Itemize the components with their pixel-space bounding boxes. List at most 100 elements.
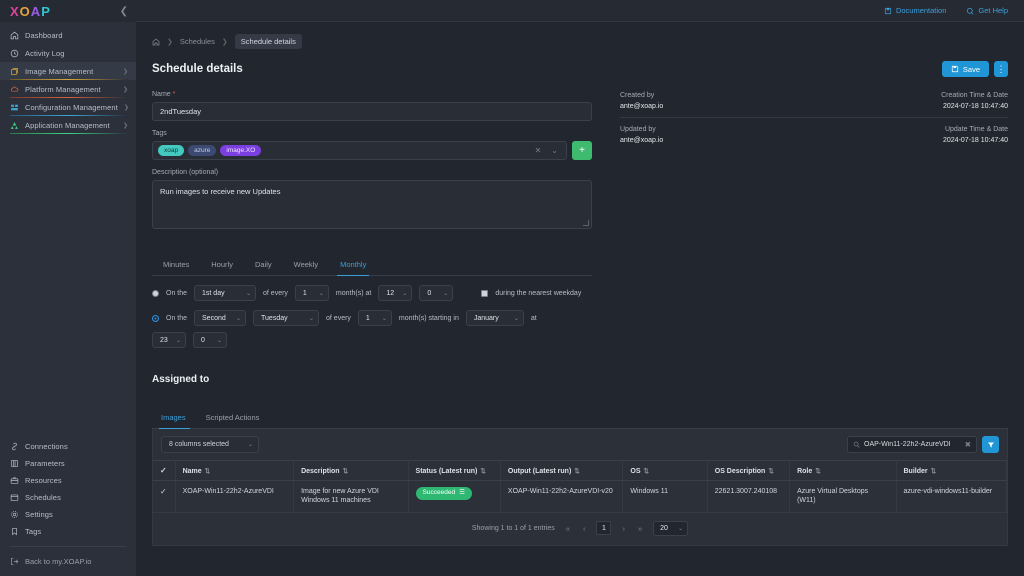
radio-on-the-ordinal[interactable] xyxy=(152,314,159,322)
tab-images[interactable]: Images xyxy=(152,409,197,429)
column-header-output[interactable]: Output (Latest run) ⇅ xyxy=(500,460,624,481)
radio-on-the-day[interactable] xyxy=(152,289,159,297)
nearest-weekday-checkbox[interactable] xyxy=(481,289,489,297)
first-page-button[interactable]: « xyxy=(564,524,572,533)
box-icon xyxy=(10,476,19,485)
table-row[interactable]: ✓ XOAP-Win11-22h2-AzureVDI Image for new… xyxy=(153,480,1007,513)
name-field-group: Name * 2ndTuesday xyxy=(152,91,592,121)
back-to-myxoap-link[interactable]: Back to my.XOAP.io xyxy=(0,553,136,570)
sidebar-item-label: Image Management xyxy=(25,66,94,76)
column-header-os-description[interactable]: OS Description ⇅ xyxy=(707,460,791,481)
sidebar-item-parameters[interactable]: Parameters xyxy=(0,455,136,472)
column-header-name[interactable]: Name ⇅ xyxy=(175,460,295,481)
creation-time-label: Creation Time & Date xyxy=(941,92,1008,99)
pagination: Showing 1 to 1 of 1 entries « ‹ 1 › » 20… xyxy=(153,513,1007,545)
sidebar-item-settings[interactable]: Settings xyxy=(0,506,136,523)
sidebar-item-schedules[interactable]: Schedules xyxy=(0,489,136,506)
chevron-down-icon[interactable]: ⌄ xyxy=(548,146,561,155)
log-icon[interactable]: ☰ xyxy=(459,489,465,498)
page-title: Schedule details xyxy=(152,63,243,75)
hour-select-2[interactable]: 23 ⌄ xyxy=(152,332,186,348)
cell-role: Azure Virtual Desktops (W11) xyxy=(789,480,897,513)
sidebar-item-activity-log[interactable]: Activity Log xyxy=(0,44,136,62)
sidebar-item-label: Schedules xyxy=(25,493,61,502)
monthly-time-row: 23 ⌄ 0 ⌄ xyxy=(152,332,592,348)
weekday-select[interactable]: Tuesday ⌄ xyxy=(253,310,320,326)
get-help-link[interactable]: Get Help xyxy=(966,6,1008,15)
start-month-select[interactable]: January ⌄ xyxy=(465,310,524,326)
description-textarea[interactable]: Run images to receive new Updates xyxy=(152,180,592,229)
sidebar-item-tags[interactable]: Tags xyxy=(0,523,136,540)
name-input[interactable]: 2ndTuesday xyxy=(152,102,592,121)
back-label: Back to my.XOAP.io xyxy=(25,557,92,566)
filter-button[interactable] xyxy=(982,436,999,453)
sidebar-item-configuration-management[interactable]: Configuration Management ❯ xyxy=(0,98,136,116)
last-page-button[interactable]: » xyxy=(636,524,644,533)
sidebar-item-resources[interactable]: Resources xyxy=(0,472,136,489)
list-icon xyxy=(10,459,19,468)
tag-chip[interactable]: xoap xyxy=(158,145,185,156)
month-count-select-2[interactable]: 1 ⌄ xyxy=(357,310,392,326)
sidebar-item-label: Dashboard xyxy=(25,30,63,40)
save-label: Save xyxy=(962,64,980,74)
tag-chip[interactable]: image.XO xyxy=(220,145,262,156)
tab-monthly[interactable]: Monthly xyxy=(329,256,377,276)
breadcrumb-home-icon[interactable] xyxy=(152,38,160,46)
tab-scripted-actions[interactable]: Scripted Actions xyxy=(197,409,271,428)
column-header-os[interactable]: OS ⇅ xyxy=(622,460,708,481)
more-options-button[interactable]: ⋮ xyxy=(994,61,1008,77)
cell-description: Image for new Azure VDI Windows 11 machi… xyxy=(293,480,409,513)
ordinal-select[interactable]: Second ⌄ xyxy=(194,310,247,326)
next-page-button[interactable]: › xyxy=(620,524,627,533)
add-tag-button[interactable]: + xyxy=(572,141,592,160)
page-size-select[interactable]: 20 ⌄ xyxy=(653,520,689,536)
logout-icon xyxy=(10,557,19,566)
search-input[interactable]: OAP-Win11-22h2-AzureVDI ✖ xyxy=(847,436,977,453)
column-header-builder[interactable]: Builder ⇅ xyxy=(896,460,1007,481)
minute-select-1[interactable]: 0 ⌄ xyxy=(419,285,454,301)
column-header-status[interactable]: Status (Latest run) ⇅ xyxy=(408,460,501,481)
sidebar-item-platform-management[interactable]: Platform Management ❯ xyxy=(0,80,136,98)
updated-block: Updated by Update Time & Date ante@xoap.… xyxy=(620,125,1008,151)
columns-selector[interactable]: 8 columns selected ⌄ xyxy=(161,436,259,453)
documentation-link[interactable]: Documentation xyxy=(884,6,946,15)
clear-icon[interactable]: ✖ xyxy=(965,440,971,449)
prev-page-button[interactable]: ‹ xyxy=(581,524,588,533)
hour-select-1[interactable]: 12 ⌄ xyxy=(378,285,413,301)
chevron-down-icon: ⌄ xyxy=(443,290,449,297)
column-header-role[interactable]: Role ⇅ xyxy=(789,460,897,481)
minute-select-2[interactable]: 0 ⌄ xyxy=(193,332,227,348)
cell-output: XOAP-Win11-22h2-AzureVDI-v20 xyxy=(500,480,624,513)
help-icon xyxy=(966,7,974,15)
sidebar-item-label: Configuration Management xyxy=(25,102,118,112)
month-count-select[interactable]: 1 ⌄ xyxy=(294,285,329,301)
home-icon xyxy=(10,31,19,40)
page-number-1[interactable]: 1 xyxy=(596,521,612,536)
sidebar: XOAP ❮ Dashboard Activity Log Image Mana… xyxy=(0,0,136,576)
column-header-description[interactable]: Description ⇅ xyxy=(293,460,409,481)
day-of-month-select[interactable]: 1st day ⌄ xyxy=(194,285,257,301)
tag-chip[interactable]: azure xyxy=(188,145,217,156)
creation-time-value: 2024-07-18 10:47:40 xyxy=(943,103,1008,110)
chevron-down-icon: ⌄ xyxy=(235,315,242,322)
sidebar-item-label: Application Management xyxy=(25,120,110,130)
tab-daily[interactable]: Daily xyxy=(244,256,283,275)
tab-minutes[interactable]: Minutes xyxy=(152,256,200,275)
page-header: Schedule details Save ⋮ xyxy=(152,61,1008,77)
close-icon[interactable]: ✕ xyxy=(532,146,545,155)
updated-by-value: ante@xoap.io xyxy=(620,137,664,144)
breadcrumb-current: Schedule details xyxy=(234,34,302,49)
sidebar-item-application-management[interactable]: Application Management ❯ xyxy=(0,116,136,134)
cell-builder: azure-vdi-windows11-builder xyxy=(896,480,1007,513)
select-all-header[interactable]: ✓ xyxy=(153,460,176,481)
tab-hourly[interactable]: Hourly xyxy=(200,256,244,275)
sidebar-item-connections[interactable]: Connections xyxy=(0,438,136,455)
sidebar-collapse-icon[interactable]: ❮ xyxy=(120,6,128,17)
save-button[interactable]: Save xyxy=(941,61,989,77)
breadcrumb-schedules[interactable]: Schedules xyxy=(180,37,215,46)
tags-input[interactable]: xoap azure image.XO ✕ ⌄ xyxy=(152,141,567,160)
row-checkbox[interactable]: ✓ xyxy=(153,480,176,513)
tab-weekly[interactable]: Weekly xyxy=(283,256,329,275)
sidebar-item-dashboard[interactable]: Dashboard xyxy=(0,26,136,44)
sidebar-item-image-management[interactable]: Image Management ❯ xyxy=(0,62,136,80)
